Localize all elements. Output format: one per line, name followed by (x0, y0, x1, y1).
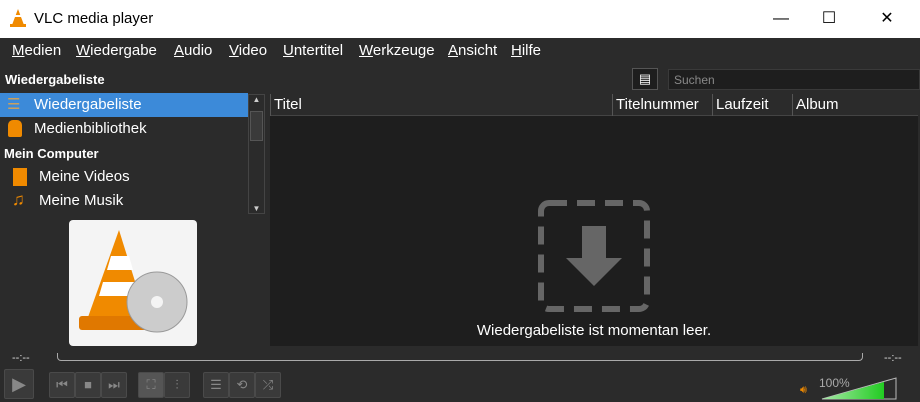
sidebar-scrollbar[interactable]: ▼ ▲ (248, 94, 265, 214)
previous-icon: ⏮ (56, 377, 68, 392)
sidebar-item-label: Medienbibliothek (34, 120, 147, 137)
scroll-down-icon[interactable]: ▼ (249, 204, 264, 213)
column-title[interactable]: Titel (270, 94, 612, 116)
sidebar-item-label: Meine Videos (39, 168, 130, 185)
loop-button[interactable]: ⟲ (229, 372, 255, 398)
music-note-icon: ♫ (12, 190, 25, 209)
sidebar-item-playlist[interactable]: ☰ Wiedergabeliste (0, 93, 248, 117)
sidebar-item-my-music[interactable]: ♫ Meine Musik (0, 189, 248, 213)
scroll-up-icon[interactable]: ▲ (249, 95, 264, 104)
stop-button[interactable]: ■ (75, 372, 101, 398)
seek-slider[interactable] (57, 353, 863, 361)
fullscreen-button[interactable]: ⛶ (138, 372, 164, 398)
shuffle-button[interactable]: ⤮ (255, 372, 281, 398)
column-track-number[interactable]: Titelnummer (612, 94, 712, 116)
column-duration[interactable]: Laufzeit (712, 94, 792, 116)
playlist-view-button[interactable]: ▤ (632, 68, 658, 90)
remaining-time[interactable]: --:-- (884, 352, 902, 364)
sidebar: ☰ Wiedergabeliste Medienbibliothek Mein … (0, 92, 248, 216)
stop-icon: ■ (84, 377, 92, 392)
vlc-cone-icon (10, 9, 26, 27)
playlist-header: Titel Titelnummer Laufzeit Album (270, 94, 918, 116)
section-my-computer: Mein Computer (4, 146, 99, 161)
scrollbar-thumb[interactable] (250, 111, 263, 141)
menu-ansicht[interactable]: Ansicht (448, 42, 497, 59)
sidebar-item-my-videos[interactable]: Meine Videos (0, 165, 248, 189)
list-view-icon: ▤ (638, 71, 652, 86)
menu-werkzeuge[interactable]: Werkzeuge (359, 42, 435, 59)
playlist-icon: ☰ (210, 377, 222, 392)
next-button[interactable]: ⏭ (101, 372, 127, 398)
title-bar: VLC media player — ☐ ✕ (0, 0, 920, 38)
menu-video[interactable]: Video (229, 42, 267, 59)
minimize-button[interactable]: — (758, 0, 804, 38)
equalizer-icon: ⫶ (175, 377, 179, 392)
sidebar-item-label: Wiedergabeliste (34, 96, 142, 113)
menu-wiedergabe[interactable]: Wiedergabe (76, 42, 157, 59)
menu-untertitel[interactable]: Untertitel (283, 42, 343, 59)
next-icon: ⏭ (108, 377, 120, 392)
fullscreen-icon: ⛶ (146, 377, 156, 392)
column-album[interactable]: Album (792, 94, 918, 116)
maximize-button[interactable]: ☐ (806, 0, 852, 38)
menu-audio[interactable]: Audio (174, 42, 212, 59)
play-icon: ▶ (12, 374, 26, 394)
extended-settings-button[interactable]: ⫶ (164, 372, 190, 398)
playlist-panel: Titel Titelnummer Laufzeit Album Wiederg… (270, 94, 918, 346)
sidebar-item-media-library[interactable]: Medienbibliothek (0, 117, 248, 141)
menu-hilfe[interactable]: Hilfe (511, 42, 541, 59)
elapsed-time: --:-- (12, 352, 30, 364)
database-icon (8, 120, 22, 137)
play-button[interactable]: ▶ (4, 369, 34, 399)
close-button[interactable]: ✕ (864, 0, 910, 38)
toggle-playlist-button[interactable]: ☰ (203, 372, 229, 398)
album-art (69, 220, 197, 346)
window-title: VLC media player (34, 10, 154, 27)
shuffle-icon: ⤮ (262, 377, 274, 392)
speaker-icon[interactable]: 🔊︎ (800, 384, 807, 397)
film-icon (13, 168, 27, 186)
sidebar-header: Wiedergabeliste (5, 72, 105, 87)
previous-button[interactable]: ⏮ (49, 372, 75, 398)
vlc-cone-art-icon (79, 230, 188, 333)
drop-here-icon (538, 200, 650, 312)
loop-icon: ⟲ (236, 377, 248, 392)
empty-playlist-message: Wiedergabeliste ist momentan leer. (476, 322, 712, 339)
playlist-icon: ☰ (7, 96, 21, 113)
menu-medien[interactable]: Medien (12, 42, 61, 59)
search-input[interactable]: Suchen (668, 69, 920, 90)
menu-bar: Medien Wiedergabe Audio Video Untertitel… (0, 38, 920, 64)
sidebar-item-label: Meine Musik (39, 192, 124, 209)
volume-slider[interactable] (820, 377, 898, 400)
